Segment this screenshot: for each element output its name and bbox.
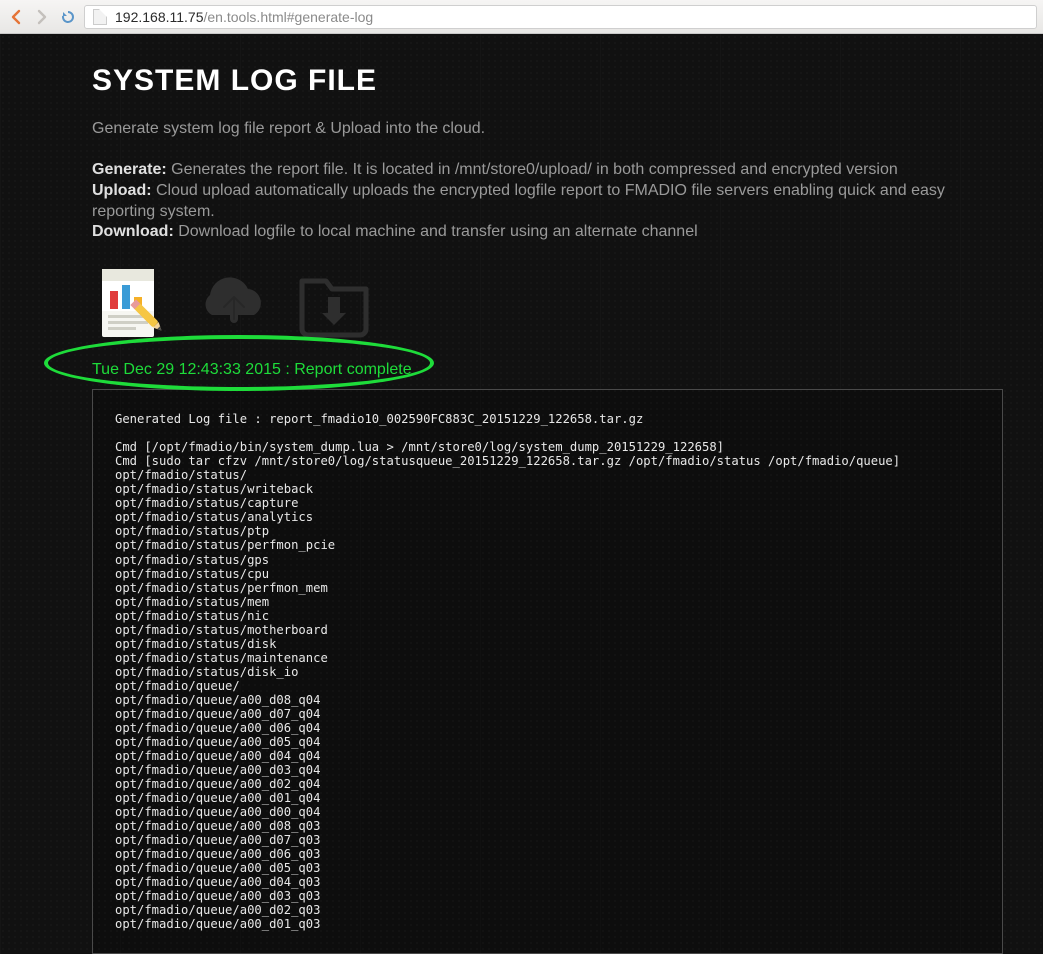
- action-row: [92, 261, 1003, 345]
- page-title: SYSTEM LOG FILE: [92, 64, 1003, 98]
- desc-generate: Generate: Generates the report file. It …: [92, 160, 1003, 181]
- download-button[interactable]: [292, 261, 376, 345]
- desc-download: Download: Download logfile to local mach…: [92, 222, 1003, 243]
- url-host: 192.168.11.75: [115, 9, 204, 25]
- page-subtitle: Generate system log file report & Upload…: [92, 120, 1003, 138]
- generate-button[interactable]: [92, 261, 176, 345]
- url-path: /en.tools.html#generate-log: [204, 9, 374, 25]
- log-text: Generated Log file : report_fmadio10_002…: [115, 412, 980, 931]
- browser-toolbar: 192.168.11.75/en.tools.html#generate-log: [0, 0, 1043, 34]
- desc-upload: Upload: Cloud upload automatically uploa…: [92, 181, 1003, 223]
- reload-button[interactable]: [58, 7, 78, 27]
- log-output: Generated Log file : report_fmadio10_002…: [92, 389, 1003, 954]
- page-body: SYSTEM LOG FILE Generate system log file…: [0, 34, 1043, 954]
- forward-button[interactable]: [32, 7, 52, 27]
- upload-button[interactable]: [192, 261, 276, 345]
- back-button[interactable]: [6, 7, 26, 27]
- status-text: Tue Dec 29 12:43:33 2015 : Report comple…: [92, 361, 1003, 379]
- page-icon: [93, 9, 107, 25]
- address-bar[interactable]: 192.168.11.75/en.tools.html#generate-log: [84, 5, 1037, 29]
